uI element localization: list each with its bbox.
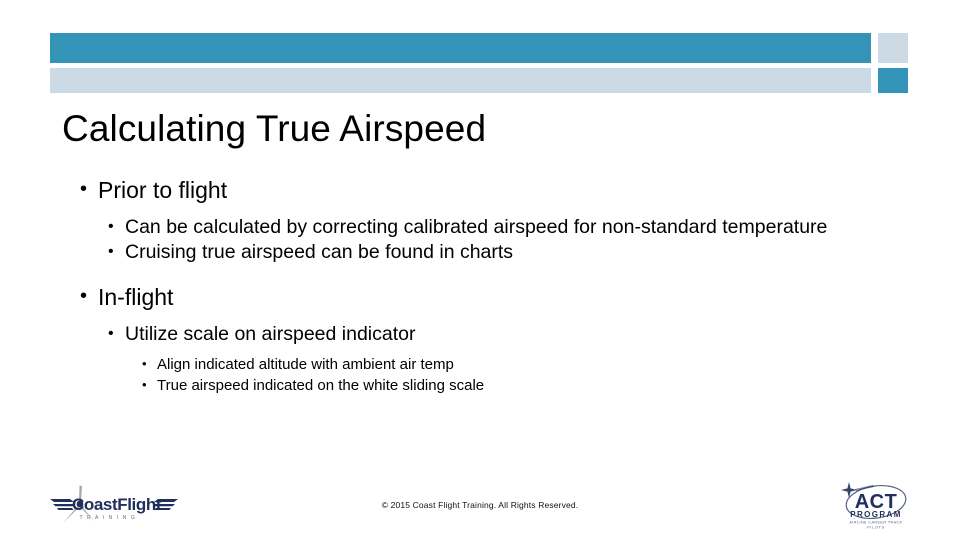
header-decoration bbox=[0, 0, 960, 100]
slide-body-content: • Prior to flight • Can be calculated by… bbox=[62, 176, 892, 397]
bullet-glyph-icon: • bbox=[80, 285, 88, 308]
logo-tagline-training: T R A I N I N G bbox=[80, 515, 137, 521]
bullet-glyph-icon: • bbox=[108, 324, 114, 342]
bullet-level1-in-flight: • In-flight bbox=[80, 283, 892, 312]
bullet-glyph-icon: • bbox=[108, 217, 114, 235]
bullet-level3-align-altitude: • Align indicated altitude with ambient … bbox=[142, 355, 892, 375]
bullet-level2-utilize-scale: • Utilize scale on airspeed indicator bbox=[108, 322, 892, 347]
bullet-level1-prior-to-flight: • Prior to flight bbox=[80, 176, 892, 205]
bullet-text: True airspeed indicated on the white sli… bbox=[157, 377, 485, 395]
bullet-glyph-icon: • bbox=[108, 243, 114, 261]
header-bar-teal bbox=[50, 33, 871, 63]
logo-subtitle-line1: AIRLINE CAREER TRACK bbox=[849, 521, 902, 525]
header-bar-light-blue bbox=[50, 68, 871, 93]
header-accent-square-teal bbox=[878, 68, 908, 93]
bullet-text: Can be calculated by correcting calibrat… bbox=[125, 215, 828, 238]
logo-wordmark-coastflight: CoastFlight bbox=[72, 495, 162, 514]
bullet-glyph-icon: • bbox=[80, 178, 88, 200]
logo-subtitle-line2: PILOTS bbox=[867, 526, 885, 530]
page-title: Calculating True Airspeed bbox=[62, 108, 487, 149]
act-program-logo: ACT PROGRAM AIRLINE CAREER TRACK PILOTS bbox=[833, 476, 919, 532]
header-accent-square-light bbox=[878, 33, 908, 63]
bullet-text: Prior to flight bbox=[98, 177, 228, 203]
bullet-text: In-flight bbox=[98, 284, 174, 311]
bullet-glyph-icon: • bbox=[142, 356, 147, 372]
coastflight-logo: CoastFlight T R A I N I N G bbox=[48, 483, 180, 529]
bullet-level3-true-airspeed-scale: • True airspeed indicated on the white s… bbox=[142, 376, 892, 396]
bullet-level2-cruising-charts: • Cruising true airspeed can be found in… bbox=[108, 240, 892, 265]
bullet-text: Utilize scale on airspeed indicator bbox=[125, 322, 416, 345]
bullet-text: Cruising true airspeed can be found in c… bbox=[125, 241, 514, 264]
bullet-glyph-icon: • bbox=[142, 377, 147, 393]
bullet-text: Align indicated altitude with ambient ai… bbox=[157, 356, 454, 374]
bullet-level2-calculated-correcting: • Can be calculated by correcting calibr… bbox=[108, 215, 892, 240]
logo-wordmark-program: PROGRAM bbox=[850, 510, 902, 519]
